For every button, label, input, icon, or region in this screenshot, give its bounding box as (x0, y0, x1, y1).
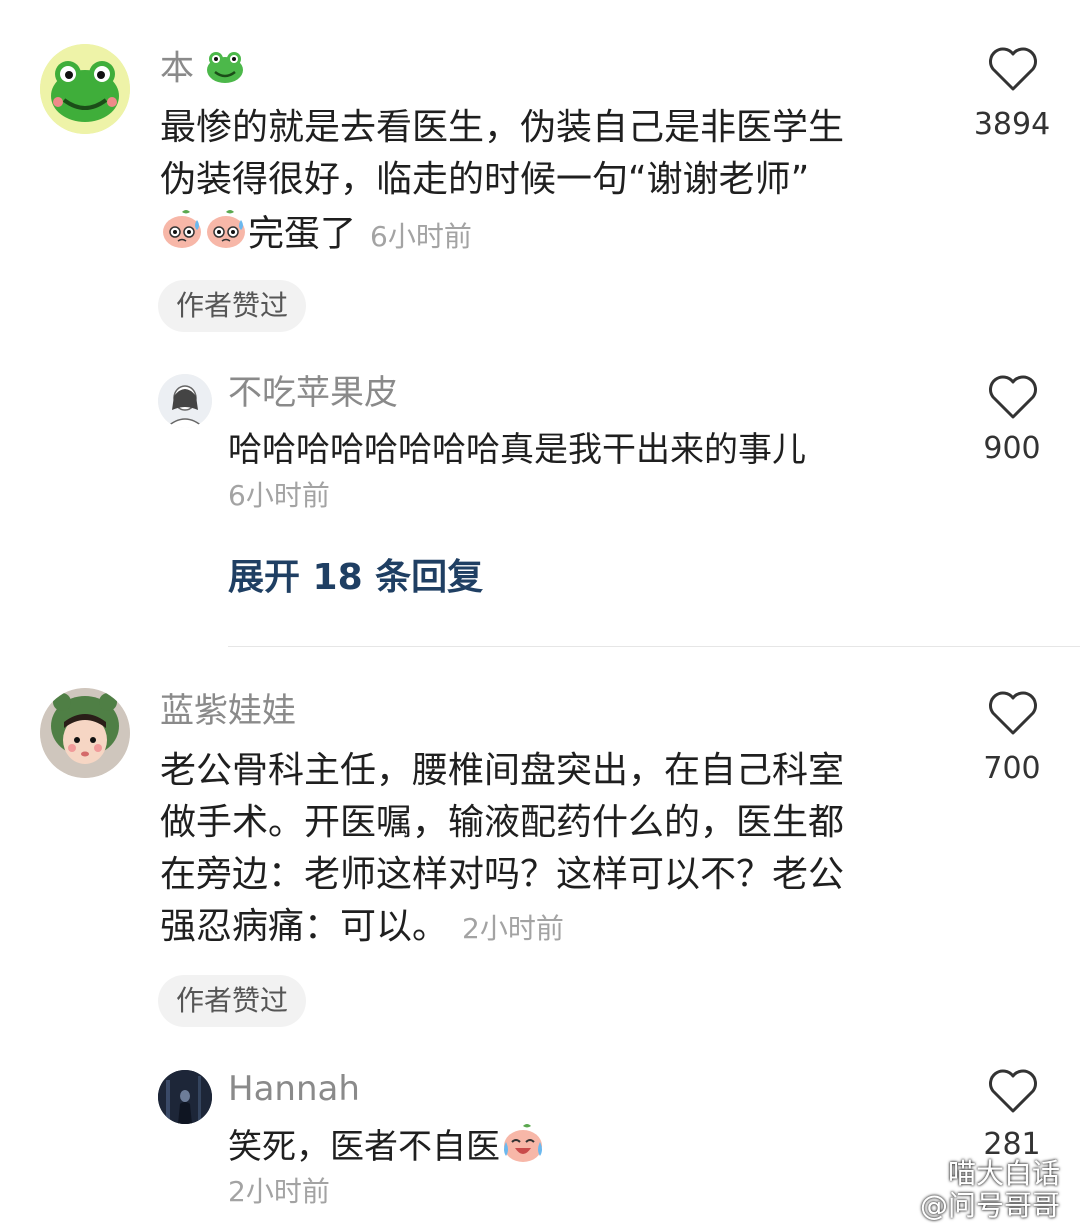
comment-text-tail: 完蛋了 (248, 213, 357, 255)
like-count: 3894 (973, 107, 1051, 142)
watermark-line-1: 喵大白话 (947, 1157, 1060, 1190)
reply-username[interactable]: 不吃苹果皮 (228, 376, 398, 410)
reply-time: 6小时前 (228, 479, 330, 512)
heart-outline-icon[interactable] (988, 1068, 1038, 1114)
like-count: 281 (983, 1127, 1041, 1162)
reply-time: 2小时前 (228, 1175, 330, 1208)
comment-time: 6小时前 (370, 219, 472, 253)
author-liked-badge: 作者赞过 (158, 975, 307, 1027)
like-button[interactable] (988, 46, 1038, 96)
like-button[interactable] (988, 1068, 1038, 1118)
like-count: 900 (983, 431, 1041, 466)
heart-outline-icon[interactable] (988, 374, 1038, 420)
avatar[interactable] (158, 1070, 212, 1124)
comment-text-tail: 强忍病痛：可以。 (160, 906, 449, 947)
comment-username[interactable]: 蓝紫娃娃 (160, 694, 296, 728)
avatar[interactable] (158, 374, 212, 428)
crying-laughing-icon (500, 1120, 546, 1177)
comment-text-line: 老公骨科主任，腰椎间盘突出，在自己科室 (160, 750, 845, 791)
heart-outline-icon[interactable] (988, 46, 1038, 92)
like-count: 700 (983, 751, 1041, 786)
author-liked-badge: 作者赞过 (158, 280, 307, 332)
avatar[interactable] (40, 688, 130, 778)
expand-replies-button[interactable]: 展开 18 条回复 (228, 560, 483, 596)
comment-time: 2小时前 (462, 912, 564, 945)
comment-text-line: 做手术。开医嘱，输液配药什么的，医生都 (160, 802, 845, 843)
watermark-line-2: @问号哥哥 (919, 1189, 1060, 1222)
sweating-face-icon (160, 206, 204, 265)
like-button[interactable] (988, 690, 1038, 740)
reply-text: 哈哈哈哈哈哈哈哈真是我干出来的事儿 (228, 430, 806, 470)
comment-text-line: 强忍病痛：可以。 2小时前 (160, 901, 564, 955)
comment-text-line: 完蛋了 6小时前 (160, 206, 472, 265)
comment-username[interactable]: 本 (160, 50, 245, 90)
comment-text-line: 伪装得很好，临走的时候一句“谢谢老师” (160, 159, 810, 200)
comment-text-line: 最惨的就是去看医生，伪装自己是非医学生 (160, 107, 845, 148)
frog-icon (205, 50, 245, 90)
reply-username[interactable]: Hannah (228, 1072, 360, 1106)
divider (228, 646, 1080, 647)
avatar[interactable] (40, 44, 130, 134)
sweating-face-icon (204, 206, 248, 265)
reply-text: 笑死，医者不自医 (228, 1120, 546, 1177)
heart-outline-icon[interactable] (988, 690, 1038, 736)
comment-text-line: 在旁边：老师这样对吗？这样可以不？老公 (160, 854, 845, 895)
like-button[interactable] (988, 374, 1038, 424)
